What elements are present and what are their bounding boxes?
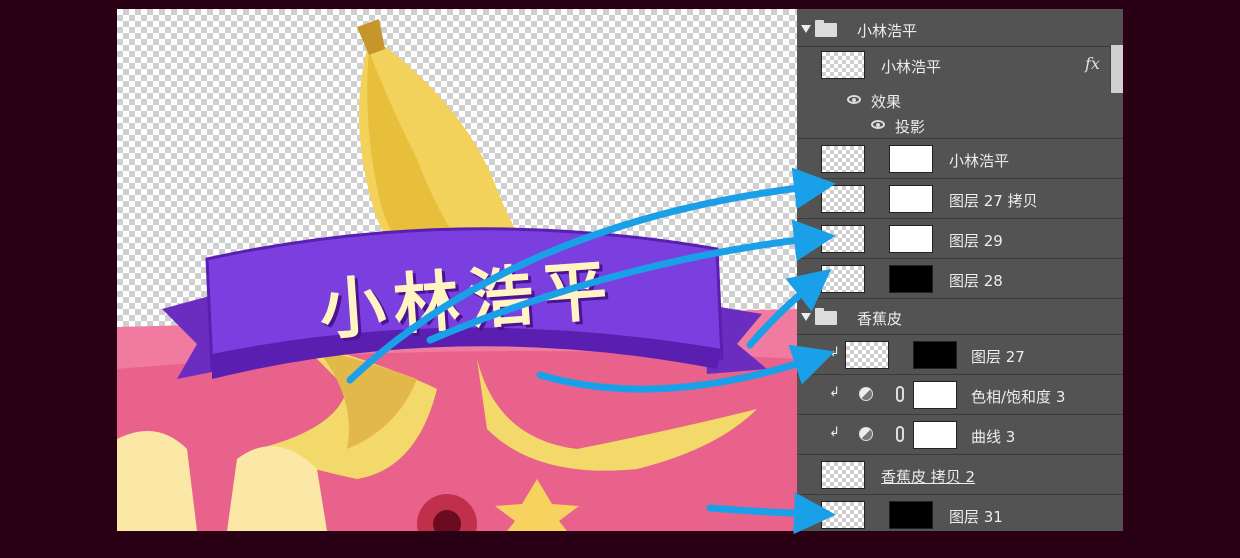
adjustment-layer-icon [859,427,873,441]
layer-thumbnail [821,265,865,293]
fx-icon[interactable]: fx [1085,54,1100,73]
layer-thumbnail [821,185,865,213]
layer-mask-thumbnail[interactable] [913,381,957,409]
layer-name: 小林浩平 [857,22,918,40]
layer-thumbnail [821,225,865,253]
clipping-arrow-icon: ↲ [829,345,840,360]
clipping-arrow-icon: ↲ [829,385,840,400]
layer-mask-thumbnail[interactable] [889,225,933,253]
layer-name: 色相/饱和度 3 [971,388,1066,406]
layer-effects-row[interactable]: 效果 [797,89,1123,115]
layer-row-a[interactable]: 小林浩平 [797,139,1123,179]
shadow-label: 投影 [895,118,926,136]
layer-row-e[interactable]: ↲ 图层 27 [797,335,1123,375]
layer-row-c[interactable]: 图层 29 [797,219,1123,259]
layer-row-h[interactable]: 香蕉皮 拷贝 2 [797,455,1123,495]
layer-name: 香蕉皮 [857,310,903,328]
folder-icon [815,20,837,37]
eye-icon[interactable] [847,95,861,104]
layer-group-banana-peel[interactable]: 香蕉皮 [797,299,1123,335]
collapse-triangle-icon[interactable] [801,25,811,33]
layer-mask-thumbnail[interactable] [889,145,933,173]
layer-name: 曲线 3 [971,428,1016,446]
layer-name: 香蕉皮 拷贝 2 [881,468,976,486]
layer-mask-thumbnail[interactable] [889,501,933,529]
collapse-triangle-icon[interactable] [801,313,811,321]
folder-icon [815,308,837,325]
panel-scrollbar[interactable] [1110,45,1123,93]
layer-mask-thumbnail[interactable] [913,421,957,449]
layer-row-d[interactable]: 图层 28 [797,259,1123,299]
layer-mask-thumbnail[interactable] [889,265,933,293]
layer-thumbnail [821,145,865,173]
layer-smart-xiaolin[interactable]: 小林浩平 fx [797,47,1123,95]
effects-label: 效果 [871,93,902,111]
layer-thumbnail [821,461,865,489]
layer-name: 图层 28 [949,272,1003,290]
layer-shadow-row[interactable]: 投影 [797,115,1123,139]
layer-row-b[interactable]: 图层 27 拷贝 [797,179,1123,219]
layer-group-xiaolin[interactable]: 小林浩平 [797,9,1123,47]
layer-name: 小林浩平 [949,152,1010,170]
clipping-arrow-icon: ↲ [829,425,840,440]
layer-row-f[interactable]: ↲ 色相/饱和度 3 [797,375,1123,415]
layer-thumbnail [821,51,865,79]
document-canvas[interactable]: 小林浩平 [117,9,797,531]
layers-panel: 小林浩平 小林浩平 fx 效果 投影 小林浩平 图层 27 拷贝 图层 29 图… [797,9,1123,531]
layer-name: 图层 29 [949,232,1003,250]
eye-icon[interactable] [871,120,885,129]
layer-name: 图层 27 [971,348,1025,366]
layer-mask-thumbnail[interactable] [913,341,957,369]
link-chain-icon[interactable] [896,426,904,442]
layer-row-g[interactable]: ↲ 曲线 3 [797,415,1123,455]
link-chain-icon[interactable] [896,386,904,402]
layer-mask-thumbnail[interactable] [889,185,933,213]
layer-thumbnail [845,341,889,369]
layer-thumbnail [821,501,865,529]
layer-name: 小林浩平 [881,58,942,76]
layer-name: 图层 31 [949,508,1003,526]
adjustment-layer-icon [859,387,873,401]
layer-row-i[interactable]: 图层 31 [797,495,1123,531]
layer-name: 图层 27 拷贝 [949,192,1038,210]
